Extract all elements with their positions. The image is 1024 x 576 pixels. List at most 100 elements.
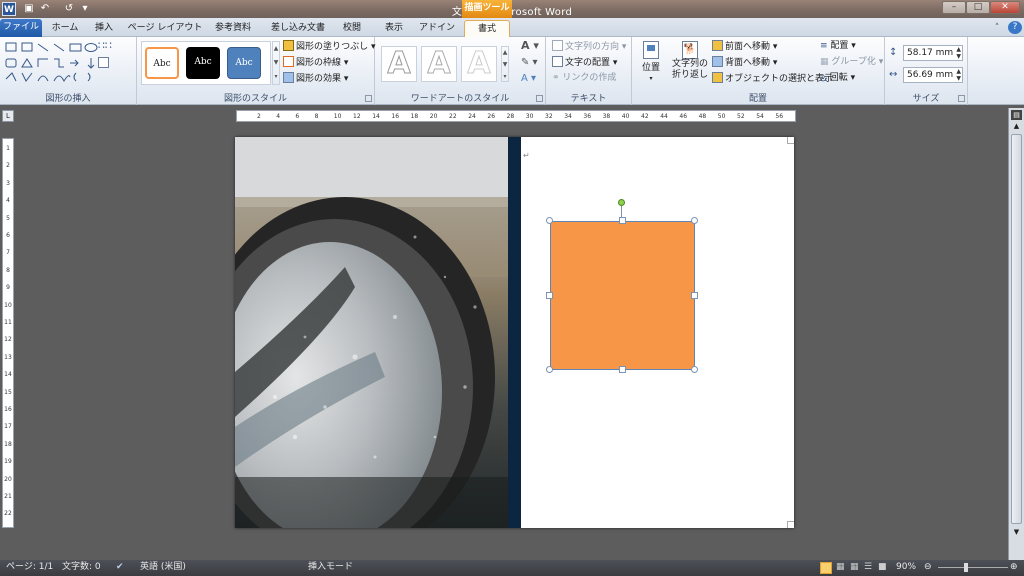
print-layout-view-icon[interactable]	[820, 562, 832, 574]
zoom-out-icon[interactable]: ⊖	[924, 560, 932, 575]
resize-handle[interactable]	[619, 217, 626, 224]
text-direction-button[interactable]: 文字列の方向 ▾	[552, 40, 626, 54]
orange-rectangle-shape[interactable]	[550, 221, 695, 370]
draw-textbox-icon[interactable]	[98, 57, 111, 71]
height-input[interactable]: 58.17 mm ▲ ▼	[903, 45, 963, 61]
shape-outline-button[interactable]: 図形の枠線 ▾	[283, 56, 348, 70]
mirror-photo[interactable]	[235, 137, 510, 528]
tab-insert[interactable]: 挿入	[88, 20, 120, 37]
shapes-gallery-icon[interactable]	[4, 41, 104, 86]
shape-styles-launcher-icon[interactable]	[365, 95, 372, 102]
zoom-in-icon[interactable]: ⊕	[1010, 560, 1018, 575]
bring-forward-button[interactable]: 前面へ移動 ▾	[712, 40, 777, 54]
tab-addins[interactable]: アドイン	[416, 20, 458, 37]
wordart-preset-3[interactable]: A	[461, 46, 497, 82]
maximize-button[interactable]: □	[966, 1, 990, 14]
create-link-button[interactable]: ⚭ リンクの作成	[552, 72, 616, 85]
send-backward-button[interactable]: 背面へ移動 ▾	[712, 56, 777, 70]
ruler-tick-label: 24	[468, 113, 476, 120]
group-button[interactable]: ▦ グループ化 ▾	[820, 56, 883, 69]
resize-handle[interactable]	[546, 292, 553, 299]
height-spinner-icon[interactable]: ▲ ▼	[956, 46, 961, 60]
navy-accent-bar[interactable]	[508, 137, 521, 528]
minimize-button[interactable]: –	[942, 1, 966, 14]
wrap-text-button[interactable]: 🐕 文字列の 折り返し	[670, 41, 710, 87]
rotation-handle[interactable]	[618, 199, 625, 206]
help-icon[interactable]: ?	[1008, 21, 1022, 34]
zoom-slider[interactable]	[938, 567, 1008, 568]
shape-effects-button[interactable]: 図形の効果 ▾	[283, 72, 348, 86]
page-count[interactable]: ページ: 1/1	[6, 560, 53, 575]
ruler-tick-label: 1	[6, 145, 10, 152]
group-shape-styles: Abc Abc Abc ▲ ▼ ▾ 図形の塗りつぶし ▾ 図形の枠線 ▾ 図形の効果…	[137, 37, 375, 105]
tab-page-layout[interactable]: ページ レイアウト	[124, 20, 206, 37]
resize-handle[interactable]	[691, 292, 698, 299]
align-button[interactable]: ≡ 配置 ▾	[820, 40, 856, 53]
wordart-launcher-icon[interactable]	[536, 95, 543, 102]
tab-format[interactable]: 書式	[464, 20, 510, 37]
insert-mode[interactable]: 挿入モード	[308, 560, 353, 575]
style-preset-blue[interactable]: Abc	[227, 47, 261, 79]
resize-handle[interactable]	[546, 217, 553, 224]
fullscreen-view-icon[interactable]: ▦	[836, 560, 845, 575]
ruler-tick-label: 30	[525, 113, 534, 120]
ribbon-minimize-icon[interactable]: ˄	[990, 20, 1004, 37]
document-page[interactable]: ↵	[235, 137, 794, 528]
text-outline-icon[interactable]: ✎ ▾	[521, 56, 538, 69]
edit-shape-icon[interactable]: ∷∷	[98, 39, 112, 52]
size-launcher-icon[interactable]	[958, 95, 965, 102]
ruler-tick-label: 12	[353, 113, 361, 120]
text-fill-icon[interactable]: A ▾	[521, 39, 539, 52]
wordart-preset-2[interactable]: A	[421, 46, 457, 82]
tab-mailings[interactable]: 差し込み文書	[264, 20, 332, 37]
group-wordart: A A A ▲ ▼ ▾ A ▾ ✎ ▾ A ▾ ワードアートのスタイル	[375, 37, 546, 105]
shape-fill-button[interactable]: 図形の塗りつぶし ▾	[283, 40, 375, 54]
tab-home[interactable]: ホーム	[46, 20, 84, 37]
ruler-tick-label: 9	[6, 284, 10, 292]
drawing-tools-header: 描画ツール	[462, 0, 512, 18]
style-preset-orange[interactable]: Abc	[145, 47, 179, 79]
ruler-tick-label: 2	[257, 113, 261, 120]
selection-pane-button[interactable]: オブジェクトの選択と表示	[712, 72, 833, 86]
web-layout-view-icon[interactable]: ▦	[850, 560, 859, 575]
text-effects-icon[interactable]: A ▾	[521, 72, 536, 85]
vertical-scrollbar[interactable]: ▤ ▲ ▼	[1008, 108, 1024, 560]
resize-handle[interactable]	[691, 366, 698, 373]
gallery-scroll-icon[interactable]: ▲ ▼ ▾	[272, 41, 280, 85]
horizontal-ruler[interactable]: 2 4 6 8 10 12 14 16 18 20 22 24 26 28 30 32 34 36 38 40 42 44…	[236, 110, 796, 122]
width-spinner-icon[interactable]: ▲ ▼	[956, 68, 961, 82]
ruler-tick-label: 34	[564, 113, 572, 120]
rotate-button[interactable]: ◬ 回転 ▾	[820, 72, 855, 85]
tab-file[interactable]: ファイル	[0, 19, 42, 37]
resize-handle[interactable]	[619, 366, 626, 373]
resize-handle[interactable]	[546, 366, 553, 373]
scroll-up-icon[interactable]: ▲	[1011, 122, 1022, 132]
draft-view-icon[interactable]: ■	[878, 560, 887, 575]
group-text: 文字列の方向 ▾ 文字の配置 ▾ ⚭ リンクの作成 テキスト	[546, 37, 632, 105]
position-button[interactable]: 位置 ▾	[640, 41, 662, 87]
ruler-toggle-icon[interactable]: ▤	[1011, 110, 1022, 120]
proofing-icon[interactable]: ✔	[116, 560, 124, 575]
tab-view[interactable]: 表示	[376, 20, 412, 37]
width-input[interactable]: 56.69 mm ▲ ▼	[903, 67, 963, 83]
scroll-thumb[interactable]	[1011, 134, 1022, 524]
vertical-ruler[interactable]: 1 2 3 4 5 6 7 8 9 10 11 12 13 14 15 16 17 18 19 20 21 22	[2, 138, 14, 528]
tab-references[interactable]: 参考資料	[208, 20, 258, 37]
align-text-button[interactable]: 文字の配置 ▾	[552, 56, 617, 70]
wordart-preset-1[interactable]: A	[381, 46, 417, 82]
scroll-down-icon[interactable]: ▼	[1011, 528, 1022, 538]
ruler-tick-label: 14	[4, 371, 12, 379]
close-button[interactable]: ✕	[990, 1, 1020, 14]
tab-review[interactable]: 校閲	[334, 20, 370, 37]
resize-handle[interactable]	[691, 217, 698, 224]
zoom-level[interactable]: 90%	[896, 560, 916, 575]
ruler-tick-label: 6	[6, 232, 10, 239]
style-preset-black[interactable]: Abc	[186, 47, 220, 79]
word-count[interactable]: 文字数: 0	[62, 560, 101, 575]
language[interactable]: 英語 (米国)	[140, 560, 186, 575]
wordart-gallery-scroll-icon[interactable]: ▲ ▼ ▾	[501, 46, 509, 82]
zoom-slider-thumb[interactable]	[964, 563, 968, 572]
group-size: ↕ 58.17 mm ▲ ▼ ↔ 56.69 mm ▲ ▼ サイズ	[885, 37, 968, 105]
outline-view-icon[interactable]: ☰	[864, 560, 872, 575]
tab-selector-button[interactable]: L	[2, 110, 14, 122]
